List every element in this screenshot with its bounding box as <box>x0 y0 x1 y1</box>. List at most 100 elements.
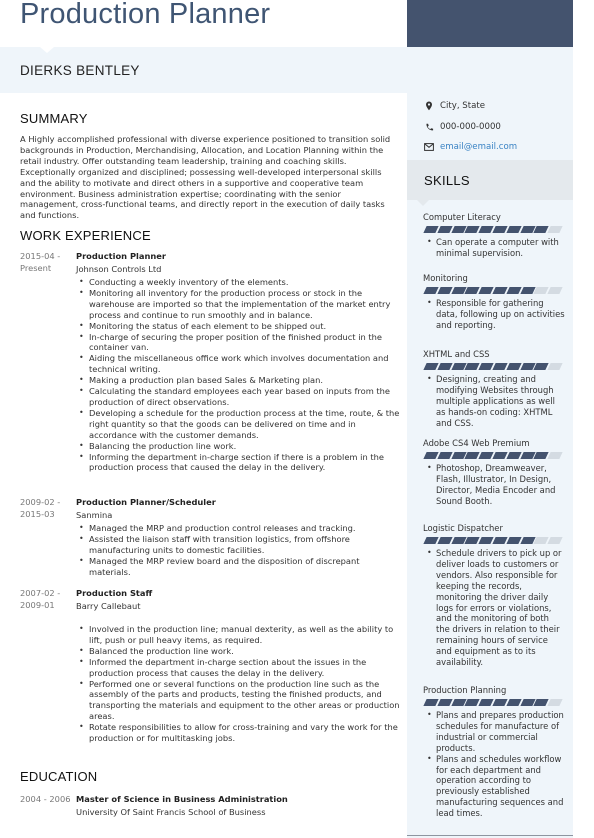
page-title: Production Planner <box>20 0 271 30</box>
bullet-item: Monitoring all inventory for the product… <box>76 288 400 321</box>
email-link[interactable]: email@email.com <box>440 142 517 152</box>
job-date-end: 2009-01 <box>20 600 55 610</box>
contact-email[interactable]: email@email.com <box>424 142 517 152</box>
bullet-item: Plans and schedules workflow for each de… <box>423 754 565 819</box>
skill-bullets: Responsible for gathering data, followin… <box>423 298 565 331</box>
bullet-item: Making a production plan based Sales & M… <box>76 375 400 386</box>
map-pin-icon <box>424 101 434 111</box>
bullet-item: Responsible for gathering data, followin… <box>423 298 565 331</box>
job-dates: 2015-04 - Present <box>20 250 70 274</box>
skills-heading-notch <box>417 200 429 206</box>
summary-heading: SUMMARY <box>20 111 88 126</box>
job-bullets: Conducting a weekly inventory of the ele… <box>76 277 400 473</box>
candidate-name: DIERKS BENTLEY <box>20 63 140 78</box>
skill-level-segment-empty <box>547 226 563 233</box>
summary-text: A Highly accomplished professional with … <box>20 134 391 221</box>
contact-location: City, State <box>424 101 485 111</box>
skill-bullets: Schedule drivers to pick up or deliver l… <box>423 548 565 668</box>
skill-item: Adobe CS4 Web Premium Photoshop, Dreamwea… <box>423 438 565 507</box>
job-bullets: Managed the MRP and production control r… <box>76 523 400 578</box>
skill-level-segment-filled <box>506 699 522 706</box>
skill-name: Logistic Dispatcher <box>423 523 503 533</box>
bullet-item: Rotate responsibilities to allow for cro… <box>76 722 400 744</box>
skill-level-segment-filled <box>437 537 453 544</box>
skill-level-segment-filled <box>506 452 522 459</box>
bullet-item: Informed the department in-charge sectio… <box>76 657 400 679</box>
skill-level-segment-filled <box>478 363 494 370</box>
bullet-item: Managed the MRP review board and the dis… <box>76 556 400 578</box>
skill-level-segment-empty <box>547 452 563 459</box>
bullet-item: Can operate a computer with minimal supe… <box>423 237 565 259</box>
bullet-item: Photoshop, Dreamweaver, Flash, Illustrat… <box>423 463 565 507</box>
envelope-icon <box>424 142 434 152</box>
skill-bullets: Photoshop, Dreamweaver, Flash, Illustrat… <box>423 463 565 507</box>
sidebar: City, State 000-000-0000 email@email.com… <box>407 93 573 838</box>
bullet-item: Designing, creating and modifying Websit… <box>423 374 565 429</box>
education-dates: 2004 - 2006 <box>20 794 71 804</box>
job-date-start: 2015-04 - <box>20 251 61 261</box>
skill-bullets: Can operate a computer with minimal supe… <box>423 237 565 259</box>
skill-level-segment-empty <box>547 287 563 294</box>
skill-level-segment-empty <box>547 537 563 544</box>
skill-level-bar <box>423 226 565 233</box>
skills-heading-band: SKILLS <box>407 160 573 206</box>
job-entry: 2015-04 - Present Production Planner Joh… <box>20 250 400 473</box>
skill-item: Monitoring Responsible for gathering data… <box>423 273 565 331</box>
skill-name: Monitoring <box>423 273 468 283</box>
skill-item: Computer Literacy Can operate a computer … <box>423 212 565 259</box>
skill-level-segment-filled <box>478 537 494 544</box>
education-entry: 2004 - 2006 Master of Science in Busines… <box>20 793 400 818</box>
job-date-end: 2015-03 <box>20 509 55 519</box>
skill-level-bar <box>423 699 565 706</box>
skill-level-segment-filled <box>506 226 522 233</box>
skill-name: Production Planning <box>423 685 507 695</box>
skill-name: XHTML and CSS <box>423 349 490 359</box>
skill-bullets: Designing, creating and modifying Websit… <box>423 374 565 429</box>
skill-level-segment-empty <box>547 363 563 370</box>
bullet-item: Assisted the liaison staff with transiti… <box>76 534 400 556</box>
skill-level-segment-filled <box>478 287 494 294</box>
skill-level-segment-filled <box>423 226 439 233</box>
name-band: DIERKS BENTLEY <box>0 47 573 93</box>
skill-name: Computer Literacy <box>423 212 501 222</box>
bullet-item: Involved in the production line; manual … <box>76 624 400 646</box>
skill-name: Adobe CS4 Web Premium <box>423 438 530 448</box>
skill-level-bar <box>423 287 565 294</box>
education-degree: Master of Science in Business Administra… <box>76 794 288 804</box>
bullet-item: Schedule drivers to pick up or deliver l… <box>423 548 565 668</box>
education-school: University Of Saint Francis School of Bu… <box>76 807 266 817</box>
bullet-item: Developing a schedule for the production… <box>76 408 400 441</box>
skill-level-segment-filled <box>492 452 508 459</box>
skill-level-bar <box>423 363 565 370</box>
phone-icon <box>424 122 434 132</box>
location-text: City, State <box>440 101 486 111</box>
work-experience-heading: WORK EXPERIENCE <box>20 228 151 243</box>
skill-level-segment-filled <box>492 537 508 544</box>
bullet-item: Managed the MRP and production control r… <box>76 523 400 534</box>
bullet-item: Balancing the production line work. <box>76 441 400 452</box>
education-heading: EDUCATION <box>20 769 98 784</box>
bullet-item: Plans and prepares production schedules … <box>423 710 565 754</box>
job-dates: 2009-02 - 2015-03 <box>20 496 70 520</box>
skill-level-segment-filled <box>437 287 453 294</box>
skill-level-segment-filled <box>437 363 453 370</box>
skill-level-segment-filled <box>492 363 508 370</box>
skill-item: Production Planning Plans and prepares pr… <box>423 685 565 819</box>
skill-level-segment-filled <box>478 226 494 233</box>
job-date-start: 2009-02 - <box>20 497 61 507</box>
bullet-item: Aiding the miscellaneous office work whi… <box>76 353 400 375</box>
job-title: Production Staff <box>76 588 153 598</box>
skill-level-segment-filled <box>423 287 439 294</box>
bullet-item: Performed one or several functions on th… <box>76 679 400 723</box>
bullet-item: Monitoring the status of each element to… <box>76 321 400 332</box>
bullet-item: Informing the department in-charge secti… <box>76 452 400 474</box>
skill-level-segment-filled <box>423 699 439 706</box>
resume-page: Production Planner DIERKS BENTLEY City, … <box>0 0 594 838</box>
skill-item: XHTML and CSS Designing, creating and mod… <box>423 349 565 429</box>
skill-level-segment-filled <box>478 452 494 459</box>
skill-level-segment-filled <box>492 699 508 706</box>
skill-level-segment-filled <box>478 699 494 706</box>
contact-phone: 000-000-0000 <box>424 122 501 132</box>
skill-level-segment-filled <box>492 287 508 294</box>
bullet-item: Calculating the standard employees each … <box>76 386 400 408</box>
